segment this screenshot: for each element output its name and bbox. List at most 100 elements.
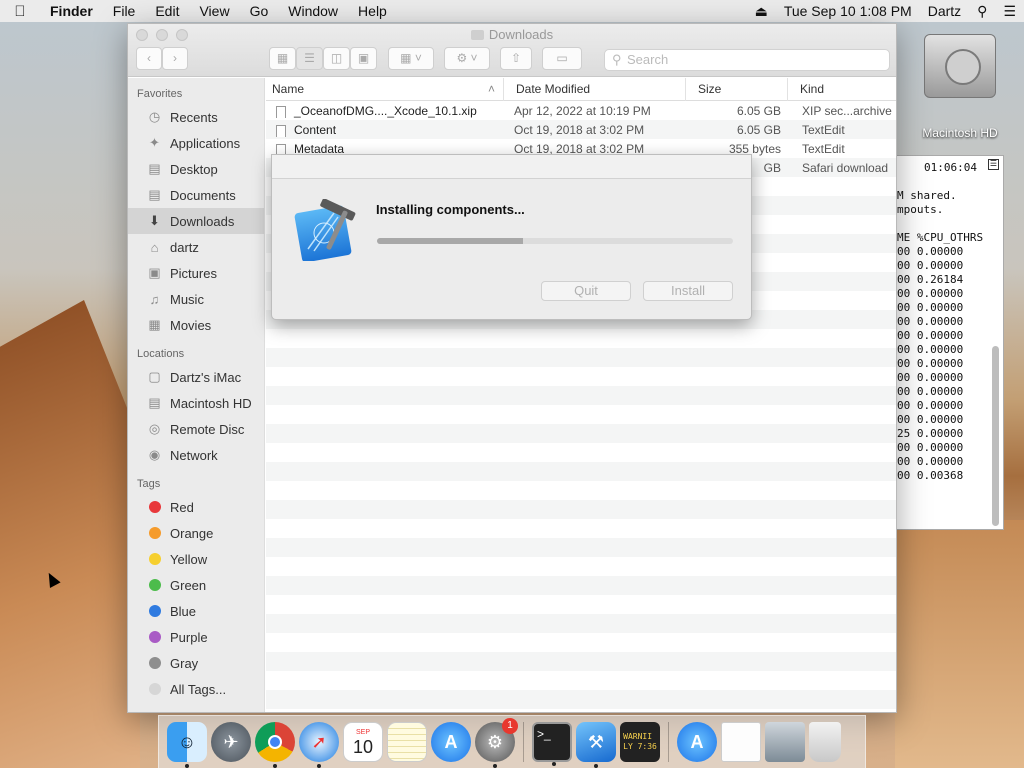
tag-item-green[interactable]: Green <box>128 572 264 598</box>
cell-kind: TextEdit <box>788 142 845 156</box>
app-store-icon[interactable]: A <box>431 722 471 762</box>
console-icon[interactable]: WARNII LY 7:36 <box>620 722 660 762</box>
forward-button[interactable]: › <box>162 47 188 70</box>
sidebar-item-pictures[interactable]: ▣ Pictures <box>128 260 264 286</box>
column-size-label: Size <box>698 82 722 96</box>
sidebar-item-remote-disc[interactable]: ◎ Remote Disc <box>128 416 264 442</box>
column-modified[interactable]: Date Modified <box>504 78 686 101</box>
table-row[interactable]: Content Oct 19, 2018 at 3:02 PM 6.05 GB Tex… <box>266 120 896 139</box>
xcode-dock-icon[interactable]: ⚒ <box>576 722 616 768</box>
terminal-window[interactable]: 01:06:04 ☰ M shared. mpouts. ME %CPU_OTHRS… <box>890 155 1004 530</box>
tag-color-dot-icon <box>149 553 161 565</box>
column-size[interactable]: Size <box>686 78 788 101</box>
icon-view-icon[interactable]: ▦ <box>269 47 296 70</box>
tag-color-dot-icon <box>149 683 161 695</box>
gear-icon[interactable]: ⚙ ˅ <box>444 47 490 70</box>
table-row[interactable]: _OceanofDMG...._Xcode_10.1.xip Apr 12, 20… <box>266 101 896 120</box>
sidebar-item-macintosh-hd[interactable]: ▤ Macintosh HD <box>128 390 264 416</box>
sidebar-item-downloads[interactable]: ⬇ Downloads <box>128 208 264 234</box>
cell-text: Content <box>294 122 337 137</box>
notification-badge: 1 <box>502 718 518 734</box>
tag-item-red[interactable]: Red <box>128 494 264 520</box>
applications-icon: ✦ <box>149 135 160 150</box>
menu-edit[interactable]: Edit <box>145 3 189 19</box>
apple-menu-icon[interactable]:  <box>0 3 40 20</box>
terminal-line: 00 0.00000 <box>897 385 964 398</box>
menu-app-name[interactable]: Finder <box>40 3 103 19</box>
tag-item-gray[interactable]: Gray <box>128 650 264 676</box>
tag-label: Purple <box>170 629 208 645</box>
calendar-month: SEP <box>355 728 370 736</box>
column-name[interactable]: Name ˄ <box>266 78 504 101</box>
group-by-icon[interactable]: ▦ ˅ <box>388 47 434 70</box>
cell-modified: Oct 19, 2018 at 3:02 PM <box>504 123 686 137</box>
dock-separator <box>668 722 669 762</box>
tag-item-purple[interactable]: Purple <box>128 624 264 650</box>
screenshot-folder-icon[interactable] <box>765 722 805 762</box>
tag-item-orange[interactable]: Orange <box>128 520 264 546</box>
eject-icon[interactable]: ⏏ <box>747 3 776 20</box>
back-button[interactable]: ‹ <box>136 47 162 70</box>
menu-help[interactable]: Help <box>348 3 397 19</box>
notes-icon[interactable] <box>387 722 427 762</box>
sidebar-item-label: Recents <box>170 109 218 125</box>
finder-dock-icon[interactable]: ☺ <box>167 722 207 768</box>
tag-label: Gray <box>170 655 199 671</box>
sidebar-item-applications[interactable]: ✦ Applications <box>128 130 264 156</box>
finder-toolbar: Downloads ‹ › ▦ ☰ ◫ ▣ ▦ ˅ ⚙ ˅ ⇧ ▭ ⚲ Sear… <box>128 24 896 77</box>
document-icon[interactable] <box>721 722 761 762</box>
calendar-icon[interactable]: SEP 10 <box>343 722 383 762</box>
gallery-view-icon[interactable]: ▣ <box>350 47 377 70</box>
terminal-scrollbar[interactable] <box>992 346 999 526</box>
sidebar-item-desktop[interactable]: ▤ Desktop <box>128 156 264 182</box>
menu-window[interactable]: Window <box>278 3 348 19</box>
dialog-title: Installing components... <box>376 202 525 217</box>
hard-drive-icon <box>924 34 996 98</box>
menu-file[interactable]: File <box>103 3 146 19</box>
notification-center-icon[interactable]: ☰ <box>995 3 1024 20</box>
install-button[interactable]: Install <box>643 281 733 301</box>
sidebar-item-recents[interactable]: ◷ Recents <box>128 104 264 130</box>
system-preferences-icon[interactable]: ⚙ 1 <box>475 718 518 768</box>
tag-item-blue[interactable]: Blue <box>128 598 264 624</box>
launchpad-icon[interactable]: ✈ <box>211 722 251 762</box>
menu-user[interactable]: Dartz <box>920 3 969 19</box>
menu-clock[interactable]: Tue Sep 10 1:08 PM <box>776 3 920 19</box>
movies-icon: ▦ <box>148 317 161 332</box>
sidebar-item-documents[interactable]: ▤ Documents <box>128 182 264 208</box>
tag-icon[interactable]: ▭ <box>542 47 582 70</box>
sidebar-item-network[interactable]: ◉ Network <box>128 442 264 468</box>
sidebar-item-label: Network <box>170 447 218 463</box>
dock: ☺ ✈ ➚ SEP 10 A ⚙ 1 >_ ⚒ WARNII LY 7:36 A <box>158 715 866 768</box>
terminal-line: 00 0.00000 <box>897 315 964 328</box>
sidebar-item-dartz-s-imac[interactable]: ▢ Dartz's iMac <box>128 364 264 390</box>
tag-item-yellow[interactable]: Yellow <box>128 546 264 572</box>
sidebar-item-music[interactable]: ♫ Music <box>128 286 264 312</box>
sidebar-item-dartz[interactable]: ⌂ dartz <box>128 234 264 260</box>
column-kind[interactable]: Kind <box>788 78 824 101</box>
sidebar-header-locations: Locations <box>137 348 185 360</box>
downloads-icon: ⬇ <box>149 213 160 228</box>
sidebar-item-label: dartz <box>170 239 199 255</box>
sidebar-item-label: Remote Disc <box>170 421 245 437</box>
list-view-icon[interactable]: ☰ <box>296 47 323 70</box>
tag-item-all-tags[interactable]: All Tags... <box>128 676 264 702</box>
safari-icon[interactable]: ➚ <box>299 722 339 768</box>
column-kind-label: Kind <box>800 82 825 96</box>
chrome-icon[interactable] <box>255 722 295 768</box>
terminal-icon[interactable]: >_ <box>532 722 572 766</box>
desktop-macintosh-hd[interactable]: Macintosh HD <box>920 34 1000 140</box>
menu-view[interactable]: View <box>189 3 239 19</box>
search-input[interactable]: ⚲ Search <box>604 49 890 71</box>
spotlight-icon[interactable]: ⚲ <box>969 3 995 20</box>
column-view-icon[interactable]: ◫ <box>323 47 350 70</box>
calendar-day: 10 <box>352 736 374 757</box>
share-icon[interactable]: ⇧ <box>500 47 532 70</box>
terminal-scroll-icon[interactable]: ☰ <box>988 159 999 170</box>
quit-button[interactable]: Quit <box>541 281 631 301</box>
terminal-line: 00 0.00000 <box>897 357 964 370</box>
app-store-installer-icon[interactable]: A <box>677 722 717 762</box>
sidebar-item-movies[interactable]: ▦ Movies <box>128 312 264 338</box>
menu-go[interactable]: Go <box>240 3 279 19</box>
trash-icon[interactable] <box>809 722 841 762</box>
